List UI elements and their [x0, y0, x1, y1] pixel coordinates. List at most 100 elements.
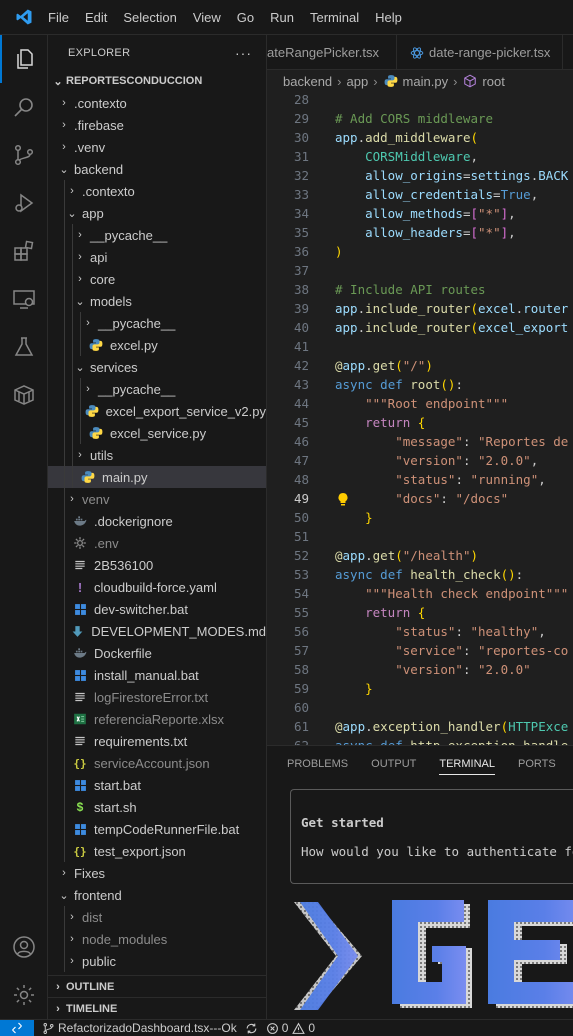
file-item[interactable]: excel_service.py	[48, 422, 266, 444]
source-control-icon[interactable]	[0, 131, 48, 179]
code-line[interactable]: "service": "reportes-co	[335, 643, 568, 658]
code-line[interactable]: allow_credentials=True,	[335, 187, 538, 202]
workspace-root[interactable]: ⌄ REPORTESCONDUCCION	[48, 70, 266, 92]
folder-item[interactable]: › dist	[48, 906, 266, 928]
code-line[interactable]: "version": "2.0.0",	[335, 453, 538, 468]
file-item[interactable]: install_manual.bat	[48, 664, 266, 686]
code-line[interactable]: """Root endpoint"""	[335, 396, 508, 411]
folder-item[interactable]: › Fixes	[48, 862, 266, 884]
code-line[interactable]: app.include_router(excel_export	[335, 320, 568, 335]
file-item[interactable]: main.py	[48, 466, 266, 488]
code-line[interactable]: # Add CORS middleware	[335, 111, 493, 126]
code-line[interactable]: "version": "2.0.0"	[335, 662, 530, 677]
file-item[interactable]: .env	[48, 532, 266, 554]
code-line[interactable]: }	[335, 510, 373, 525]
code-line[interactable]: async def health_check():	[335, 567, 523, 582]
breadcrumb-item[interactable]: main.py	[403, 74, 449, 89]
outline-section[interactable]: › OUTLINE	[48, 975, 266, 997]
code-line[interactable]: async def http_exception_handle	[335, 738, 568, 745]
folder-item[interactable]: › __pycache__	[48, 312, 266, 334]
code-line[interactable]: allow_origins=settings.BACK	[335, 168, 568, 183]
folder-item[interactable]: › public	[48, 950, 266, 972]
code-line[interactable]: app.add_middleware(	[335, 130, 478, 145]
folder-item[interactable]: › core	[48, 268, 266, 290]
explorer-icon[interactable]	[0, 35, 48, 83]
folder-item[interactable]: › __pycache__	[48, 224, 266, 246]
code-line[interactable]: return {	[335, 605, 425, 620]
menu-help[interactable]: Help	[367, 0, 410, 35]
file-item[interactable]: tempCodeRunnerFile.bat	[48, 818, 266, 840]
settings-gear-icon[interactable]	[0, 971, 48, 1019]
code-line[interactable]: return {	[335, 415, 425, 430]
menu-view[interactable]: View	[185, 0, 229, 35]
code-line[interactable]: @app.get("/")	[335, 358, 433, 373]
panel-tab-ports[interactable]: PORTS	[518, 746, 556, 781]
branch-status[interactable]: RefactorizadoDashboard.tsx---Ok	[42, 1021, 237, 1035]
code-line[interactable]: "message": "Reportes de	[335, 434, 568, 449]
folder-item[interactable]: ⌄ backend	[48, 158, 266, 180]
folder-item[interactable]: › .venv	[48, 136, 266, 158]
folder-item[interactable]: ⌄ models	[48, 290, 266, 312]
run-debug-icon[interactable]	[0, 179, 48, 227]
code-line[interactable]: allow_methods=["*"],	[335, 206, 516, 221]
file-item[interactable]: start.bat	[48, 774, 266, 796]
file-item[interactable]: excel_export_service_v2.py	[48, 400, 266, 422]
code-line[interactable]: @app.get("/health")	[335, 548, 478, 563]
sync-icon[interactable]	[245, 1022, 258, 1035]
file-item[interactable]: DEVELOPMENT_MODES.md	[48, 620, 266, 642]
package-box-icon[interactable]	[0, 371, 48, 419]
file-item[interactable]: dev-switcher.bat	[48, 598, 266, 620]
file-item[interactable]: .dockerignore	[48, 510, 266, 532]
file-item[interactable]: {} serviceAccount.json	[48, 752, 266, 774]
problems-status[interactable]: 0 0	[266, 1021, 315, 1035]
panel-tab-problems[interactable]: PROBLEMS	[287, 746, 348, 781]
menu-edit[interactable]: Edit	[77, 0, 115, 35]
code-line[interactable]: "docs": "/docs"	[335, 491, 508, 506]
folder-item[interactable]: ⌄ frontend	[48, 884, 266, 906]
folder-item[interactable]: › __pycache__	[48, 378, 266, 400]
breadcrumb-item[interactable]: app	[347, 74, 369, 89]
account-icon[interactable]	[0, 923, 48, 971]
file-item[interactable]: 2B536100	[48, 554, 266, 576]
folder-item[interactable]: ⌄ services	[48, 356, 266, 378]
menu-go[interactable]: Go	[229, 0, 262, 35]
file-item[interactable]: referenciaReporte.xlsx	[48, 708, 266, 730]
code-line[interactable]: CORSMiddleware,	[335, 149, 478, 164]
tab-date-range-picker[interactable]: date-range-picker.tsx	[397, 35, 564, 70]
menu-terminal[interactable]: Terminal	[302, 0, 367, 35]
breadcrumb-item[interactable]: root	[482, 74, 504, 89]
code-line[interactable]: )	[335, 244, 343, 259]
file-item[interactable]: Dockerfile	[48, 642, 266, 664]
remote-explorer-icon[interactable]	[0, 275, 48, 323]
folder-item[interactable]: ⌄ app	[48, 202, 266, 224]
file-item[interactable]: requirements.txt	[48, 730, 266, 752]
timeline-section[interactable]: › TIMELINE	[48, 997, 266, 1019]
folder-item[interactable]: › .firebase	[48, 114, 266, 136]
code-line[interactable]: }	[335, 681, 373, 696]
file-item[interactable]: $ start.sh	[48, 796, 266, 818]
tab-daterangepicker[interactable]: ateRangePicker.tsx	[267, 35, 397, 70]
file-item[interactable]: excel.py	[48, 334, 266, 356]
code-line[interactable]: async def root():	[335, 377, 463, 392]
panel-tab-output[interactable]: OUTPUT	[371, 746, 416, 781]
remote-indicator-icon[interactable]	[0, 1019, 34, 1036]
panel-tab-terminal[interactable]: TERMINAL	[439, 746, 495, 781]
code-line[interactable]: app.include_router(excel.router	[335, 301, 568, 316]
folder-item[interactable]: › node_modules	[48, 928, 266, 950]
file-item[interactable]: {} test_export.json	[48, 840, 266, 862]
code-line[interactable]: """Health check endpoint"""	[335, 586, 568, 601]
file-item[interactable]: ! cloudbuild-force.yaml	[48, 576, 266, 598]
testing-flask-icon[interactable]	[0, 323, 48, 371]
search-icon[interactable]	[0, 83, 48, 131]
breadcrumb-item[interactable]: backend	[283, 74, 332, 89]
file-item[interactable]: logFirestoreError.txt	[48, 686, 266, 708]
code-line[interactable]: @app.exception_handler(HTTPExce	[335, 719, 568, 734]
terminal-prompt-box[interactable]: Get started How would you like to authen…	[290, 789, 573, 884]
folder-item[interactable]: › api	[48, 246, 266, 268]
menu-run[interactable]: Run	[262, 0, 302, 35]
menu-file[interactable]: File	[48, 0, 77, 35]
menu-selection[interactable]: Selection	[115, 0, 184, 35]
folder-item[interactable]: › .contexto	[48, 92, 266, 114]
code-line[interactable]: "status": "healthy",	[335, 624, 546, 639]
folder-item[interactable]: › .contexto	[48, 180, 266, 202]
